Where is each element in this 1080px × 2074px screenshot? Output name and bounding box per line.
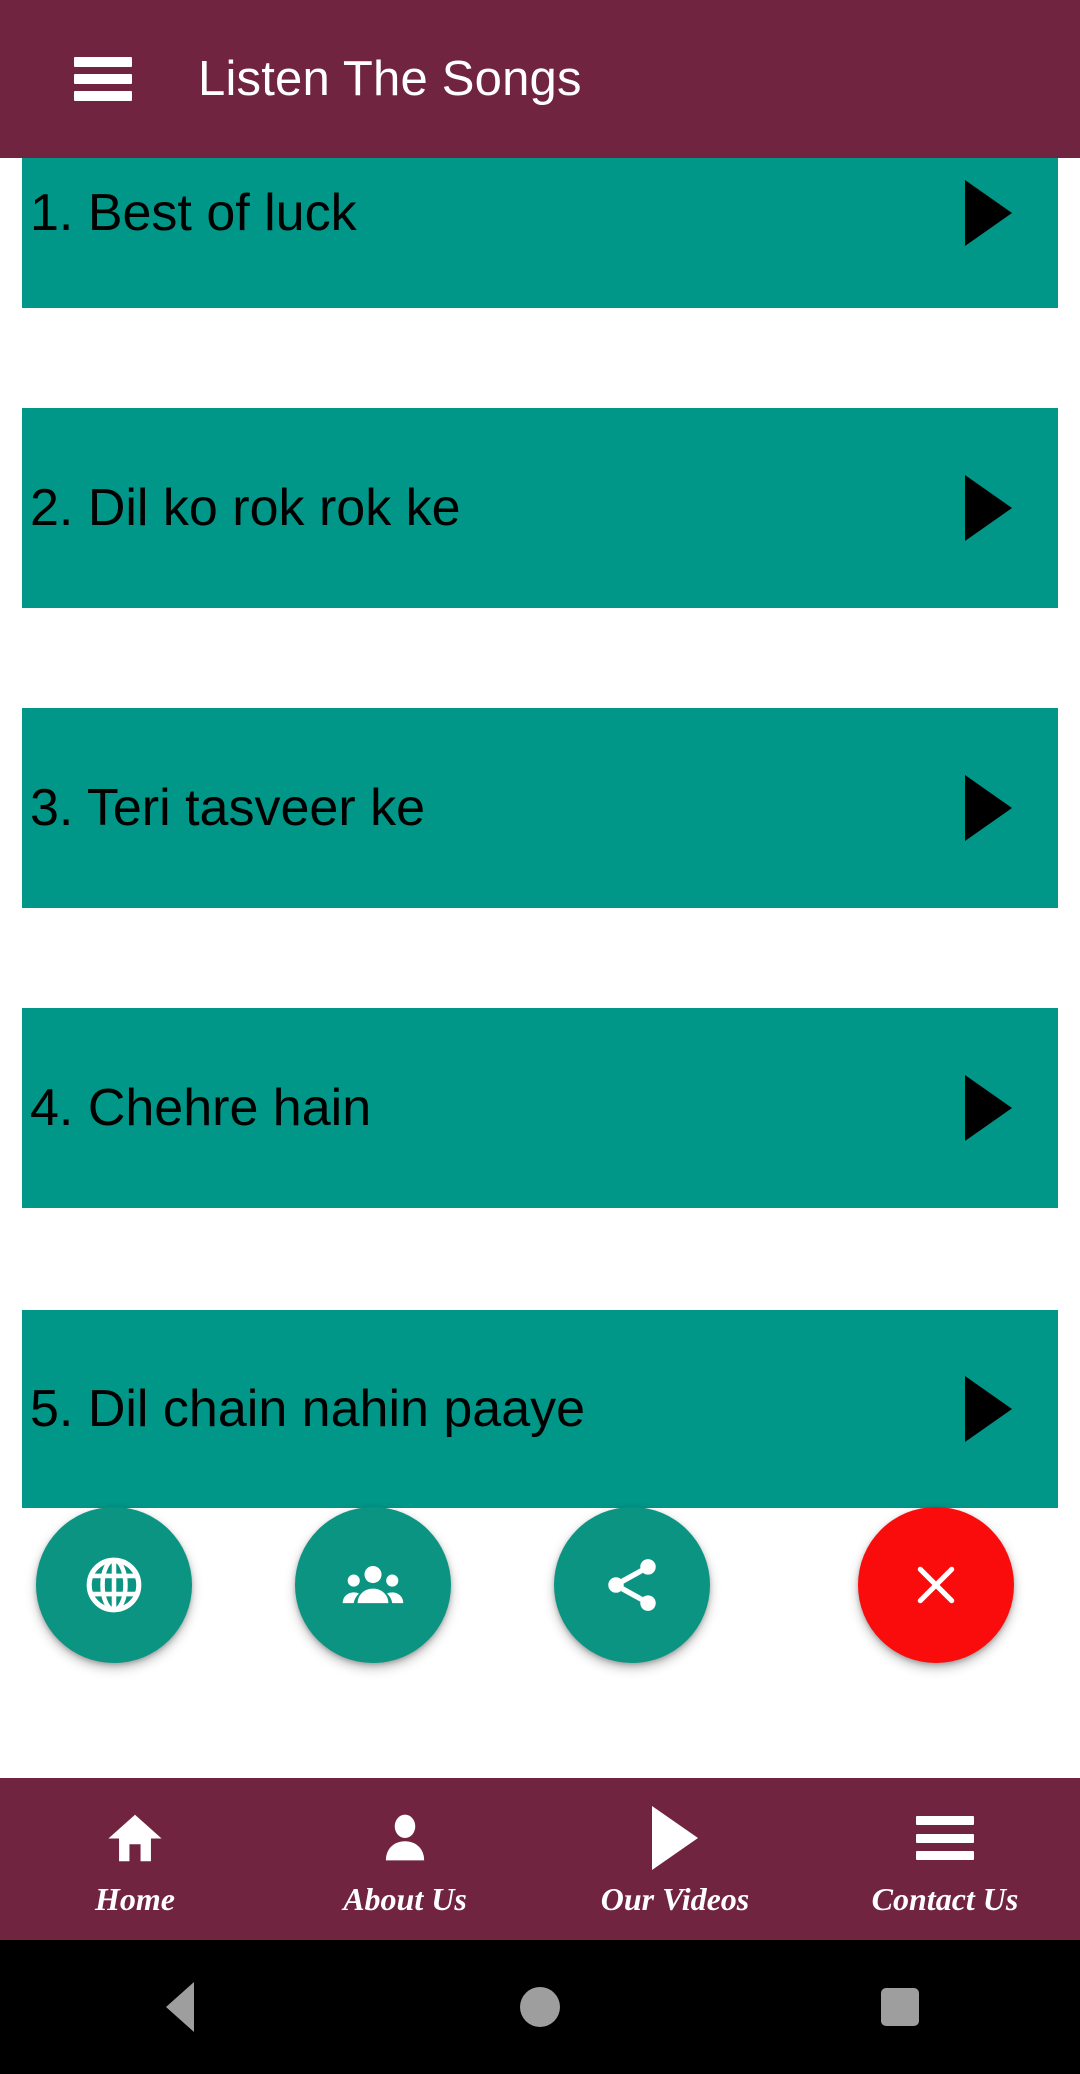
song-title: 2. Dil ko rok rok ke	[30, 478, 461, 537]
fab-row	[0, 1507, 1080, 1667]
play-triangle-icon[interactable]	[965, 775, 1012, 841]
nav-item-contact-us[interactable]: Contact Us	[810, 1778, 1080, 1940]
menu-bar-3	[74, 91, 132, 101]
play-triangle-icon	[652, 1806, 698, 1870]
recents-square-icon	[881, 1988, 919, 2026]
song-list-item-4[interactable]: 4. Chehre hain	[22, 1008, 1058, 1208]
song-list-item-5[interactable]: 5. Dil chain nahin paaye	[22, 1310, 1058, 1508]
person-icon	[377, 1807, 433, 1869]
song-list-item-1[interactable]: 1. Best of luck	[22, 158, 1058, 308]
share-fab[interactable]	[554, 1507, 710, 1663]
menu-bar-1	[916, 1816, 974, 1825]
back-button[interactable]	[0, 1982, 360, 2032]
close-x-icon	[917, 1566, 955, 1604]
page-title: Listen The Songs	[198, 51, 582, 106]
song-list-item-3[interactable]: 3. Teri tasveer ke	[22, 708, 1058, 908]
song-title: 5. Dil chain nahin paaye	[30, 1379, 586, 1438]
globe-icon	[86, 1557, 142, 1613]
nav-item-our-videos[interactable]: Our Videos	[540, 1778, 810, 1940]
hamburger-menu-icon	[916, 1807, 974, 1869]
home-circle-icon	[520, 1987, 560, 2027]
back-triangle-icon	[166, 1982, 194, 2032]
play-triangle-icon[interactable]	[965, 1075, 1012, 1141]
home-icon	[104, 1807, 166, 1869]
menu-bar-3	[916, 1851, 974, 1860]
song-list-item-2[interactable]: 2. Dil ko rok rok ke	[22, 408, 1058, 608]
play-triangle-icon[interactable]	[965, 180, 1012, 246]
play-triangle-icon[interactable]	[965, 475, 1012, 541]
menu-bar-1	[74, 57, 132, 67]
nav-item-about-us[interactable]: About Us	[270, 1778, 540, 1940]
app-bar: Listen The Songs	[0, 0, 1080, 158]
android-system-navigation	[0, 1940, 1080, 2074]
nav-label: Our Videos	[600, 1881, 750, 1917]
song-title: 3. Teri tasveer ke	[30, 778, 426, 837]
play-triangle-icon[interactable]	[965, 1376, 1012, 1442]
website-fab[interactable]	[36, 1507, 192, 1663]
hamburger-menu-icon[interactable]	[74, 57, 132, 101]
community-fab[interactable]	[295, 1507, 451, 1663]
bottom-navigation: Home About Us Our Videos Contact Us	[0, 1778, 1080, 1940]
song-list[interactable]: 1. Best of luck 2. Dil ko rok rok ke 3. …	[0, 158, 1080, 1510]
close-fab[interactable]	[858, 1507, 1014, 1663]
share-icon	[608, 1559, 656, 1611]
home-button[interactable]	[360, 1987, 720, 2027]
menu-bar-2	[916, 1833, 974, 1843]
nav-item-home[interactable]: Home	[0, 1778, 270, 1940]
people-group-icon	[342, 1566, 404, 1604]
menu-bar-2	[74, 74, 132, 84]
song-title: 4. Chehre hain	[30, 1078, 372, 1137]
recents-button[interactable]	[720, 1988, 1080, 2026]
nav-label: About Us	[343, 1881, 467, 1917]
nav-label: Contact Us	[871, 1881, 1019, 1917]
app-screen: Listen The Songs 1. Best of luck 2. Dil …	[0, 0, 1080, 2074]
song-title: 1. Best of luck	[30, 183, 357, 242]
nav-label: Home	[95, 1881, 175, 1917]
